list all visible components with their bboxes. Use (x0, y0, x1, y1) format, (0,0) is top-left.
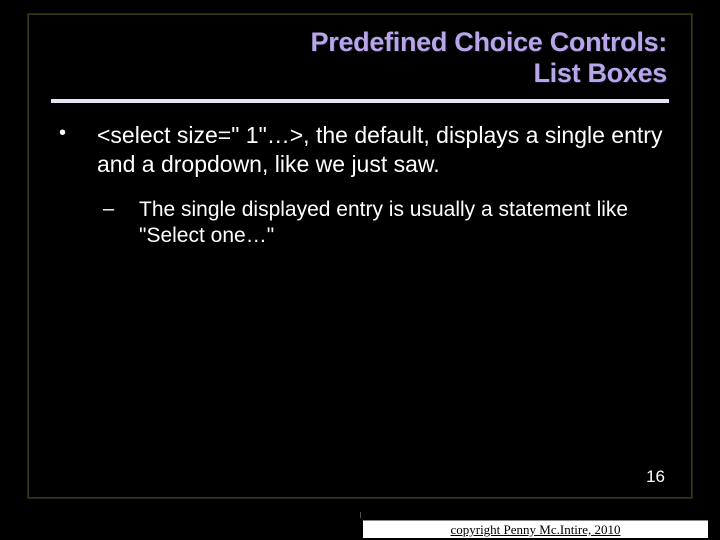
copyright-bar: copyright Penny Mc.Intire, 2010 (0, 518, 720, 540)
bullet-marker: • (53, 121, 97, 179)
bullet-text: <select size=" 1"…>, the default, displa… (97, 121, 667, 179)
sub-bullet-item: – The single displayed entry is usually … (53, 197, 667, 250)
slide-frame: Predefined Choice Controls: List Boxes •… (28, 14, 692, 498)
sub-bullet-marker: – (103, 197, 139, 250)
title-line-2: List Boxes (533, 58, 667, 88)
slide-body: • <select size=" 1"…>, the default, disp… (29, 103, 691, 249)
title-line-1: Predefined Choice Controls: (311, 27, 667, 57)
bullet-item: • <select size=" 1"…>, the default, disp… (53, 121, 667, 179)
sub-bullet-text: The single displayed entry is usually a … (139, 197, 667, 250)
slide-title: Predefined Choice Controls: List Boxes (29, 15, 691, 93)
page-number: 16 (646, 467, 665, 487)
copyright-text: copyright Penny Mc.Intire, 2010 (363, 520, 708, 538)
